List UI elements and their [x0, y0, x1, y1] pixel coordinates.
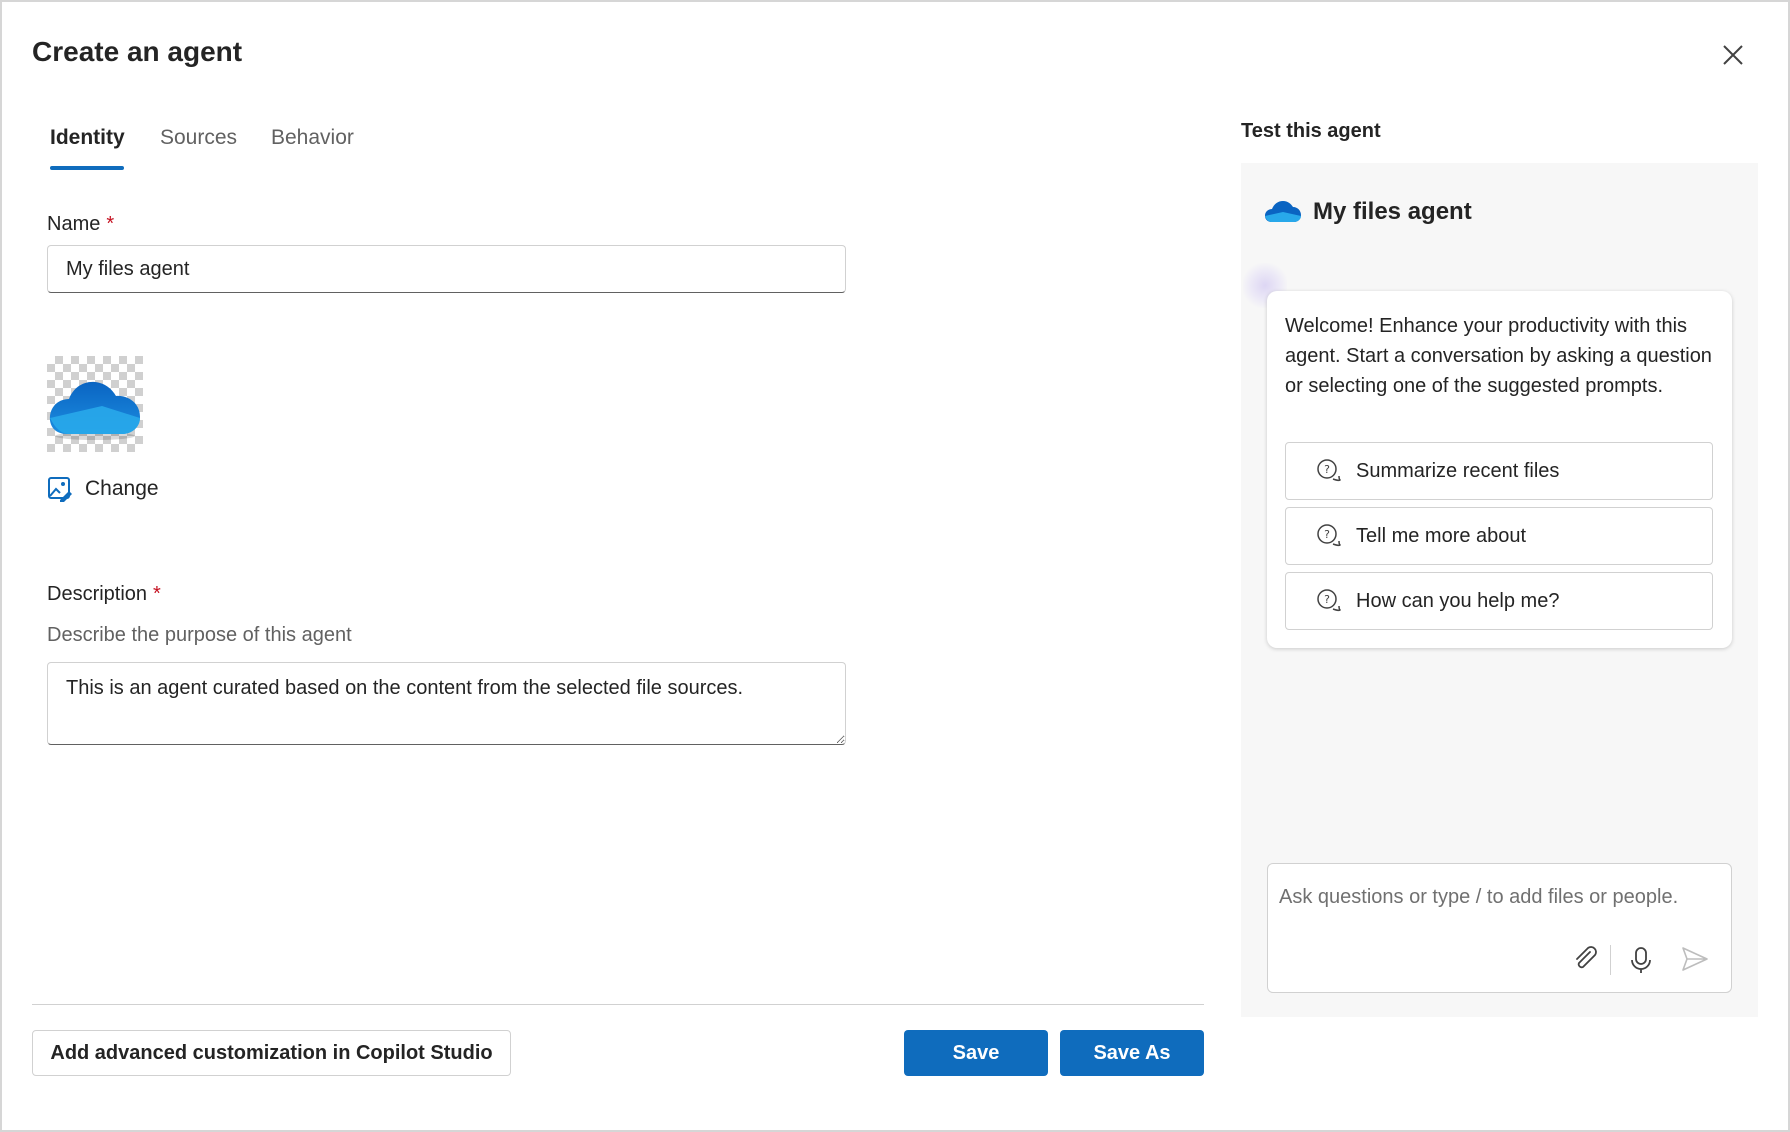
- agent-header: My files agent: [1265, 198, 1472, 226]
- advanced-customization-button[interactable]: Add advanced customization in Copilot St…: [32, 1030, 511, 1076]
- description-textarea[interactable]: This is an agent curated based on the co…: [47, 662, 846, 745]
- change-icon-button[interactable]: Change: [47, 476, 159, 502]
- active-tab-indicator: [50, 166, 124, 170]
- onedrive-cloud-icon: [47, 356, 143, 452]
- description-hint: Describe the purpose of this agent: [47, 624, 352, 647]
- description-label: Description*: [47, 583, 161, 606]
- save-as-button[interactable]: Save As: [1060, 1030, 1204, 1076]
- close-icon: [1718, 40, 1748, 70]
- onedrive-cloud-icon: [1265, 200, 1301, 224]
- name-label: Name*: [47, 213, 114, 236]
- svg-text:?: ?: [1324, 528, 1330, 541]
- change-label: Change: [85, 477, 159, 501]
- svg-text:?: ?: [1324, 593, 1330, 606]
- dialog-title: Create an agent: [32, 36, 242, 68]
- input-action-divider: [1610, 945, 1611, 975]
- chat-help-icon: ?: [1316, 458, 1342, 484]
- prompt-label: Tell me more about: [1356, 525, 1526, 548]
- footer-divider: [32, 1004, 1204, 1005]
- close-button[interactable]: [1718, 40, 1748, 70]
- suggested-prompt[interactable]: ? Tell me more about: [1285, 507, 1713, 565]
- chat-input[interactable]: [1267, 863, 1732, 993]
- suggested-prompt[interactable]: ? Summarize recent files: [1285, 442, 1713, 500]
- svg-text:?: ?: [1324, 463, 1330, 476]
- send-icon[interactable]: [1680, 945, 1710, 973]
- tab-behavior[interactable]: Behavior: [271, 126, 354, 150]
- test-panel-title: Test this agent: [1241, 120, 1381, 143]
- welcome-message: Welcome! Enhance your productivity with …: [1285, 311, 1725, 401]
- agent-name: My files agent: [1313, 198, 1472, 226]
- agent-icon-preview: [47, 356, 143, 452]
- edit-image-icon: [47, 476, 73, 502]
- chat-input-placeholder[interactable]: Ask questions or type / to add files or …: [1279, 886, 1678, 909]
- chat-help-icon: ?: [1316, 523, 1342, 549]
- name-input[interactable]: [47, 245, 846, 293]
- chat-help-icon: ?: [1316, 588, 1342, 614]
- tab-identity[interactable]: Identity: [50, 126, 125, 150]
- microphone-icon[interactable]: [1627, 945, 1655, 975]
- suggested-prompt[interactable]: ? How can you help me?: [1285, 572, 1713, 630]
- prompt-label: How can you help me?: [1356, 590, 1559, 613]
- save-button[interactable]: Save: [904, 1030, 1048, 1076]
- prompt-label: Summarize recent files: [1356, 460, 1559, 483]
- attach-icon[interactable]: [1572, 946, 1600, 974]
- tab-sources[interactable]: Sources: [160, 126, 237, 150]
